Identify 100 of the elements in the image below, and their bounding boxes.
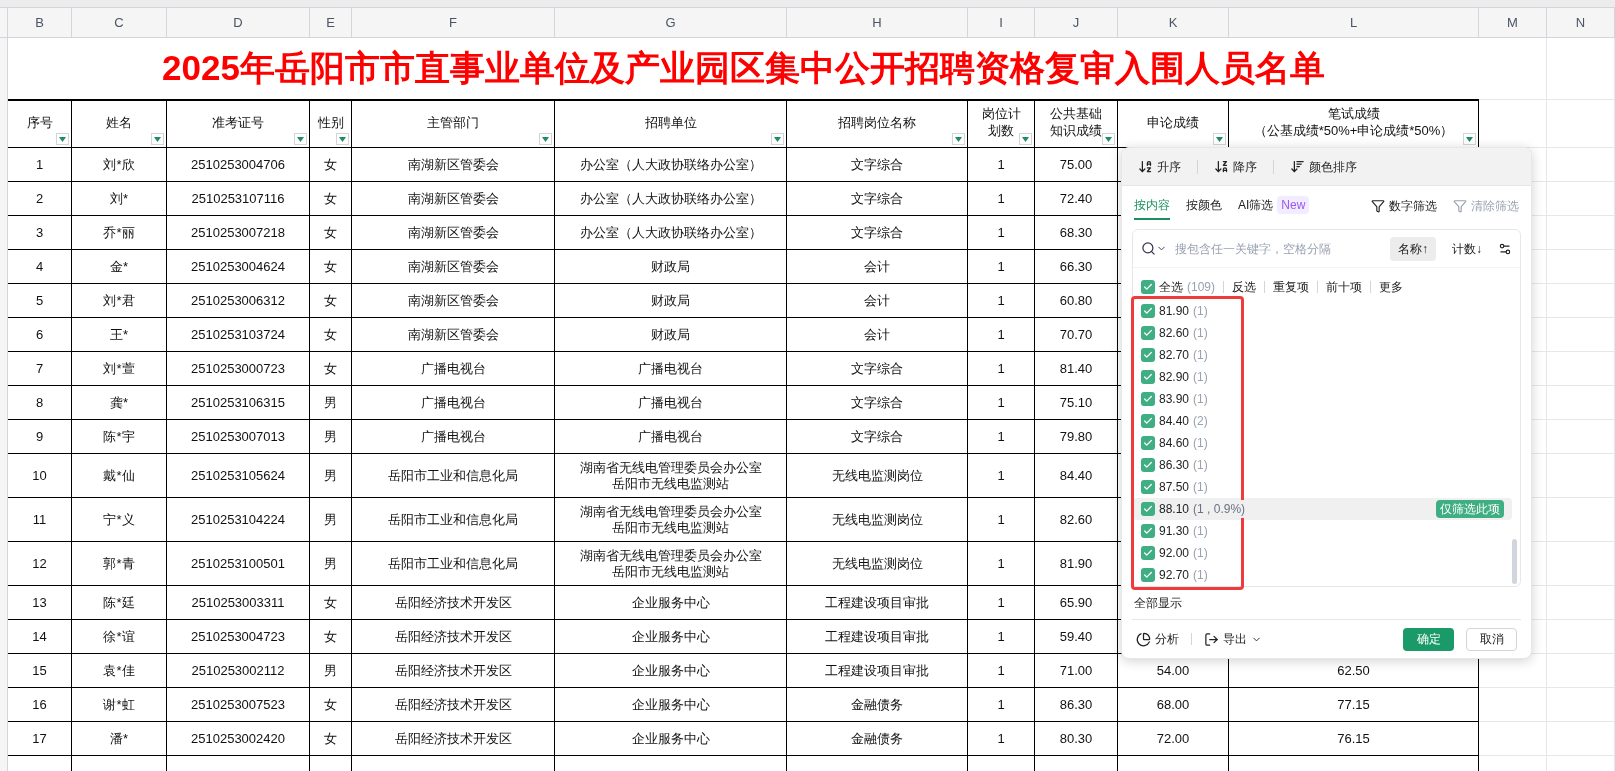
checkbox[interactable] (1141, 546, 1155, 560)
filter-dropdown-button[interactable] (771, 133, 784, 145)
value-item[interactable]: 82.70 (1) (1133, 344, 1512, 366)
table-cell: 企业服务中心 (631, 628, 710, 645)
sort-button[interactable]: 升序 (1134, 153, 1185, 180)
show-all-label[interactable]: 全部显示 (1134, 594, 1182, 612)
value-item[interactable]: 92.00 (1) (1133, 542, 1512, 564)
column-letter[interactable]: G (555, 8, 787, 37)
table-cell: 南湖新区管委会 (407, 156, 499, 173)
quick-link[interactable]: 重复项 (1273, 278, 1309, 296)
filter-dropdown-button[interactable] (56, 133, 69, 145)
checkbox[interactable] (1141, 414, 1155, 428)
checkbox[interactable] (1141, 502, 1155, 516)
footer-tool[interactable]: 分析 (1136, 630, 1179, 648)
checkbox[interactable] (1141, 392, 1155, 406)
checkbox[interactable] (1141, 436, 1155, 450)
filter-dropdown-button[interactable] (151, 133, 164, 145)
filter-dropdown-button[interactable] (1102, 133, 1115, 145)
column-letter[interactable]: J (1035, 8, 1118, 37)
value-item[interactable]: 81.90 (1) (1133, 300, 1512, 322)
sort-option[interactable]: 计数↓ (1444, 236, 1490, 261)
check-icon (1143, 504, 1153, 514)
column-letter[interactable]: M (1479, 8, 1547, 37)
sort-option[interactable]: 名称↑ (1390, 236, 1436, 261)
sort-button[interactable]: 降序 (1210, 153, 1261, 180)
column-header: 岗位计 划数 (980, 105, 1022, 140)
table-cell: 文字综合 (851, 360, 903, 377)
checkbox[interactable] (1141, 370, 1155, 384)
value-item[interactable]: 91.30 (1) (1133, 520, 1512, 542)
search-field[interactable]: 搜包含任一关键字，空格分隔 (1175, 239, 1382, 258)
column-letter[interactable]: I (968, 8, 1035, 37)
search-mode-icon[interactable] (1141, 241, 1167, 256)
table-cell: 2 (35, 190, 44, 207)
value-item[interactable]: 82.60 (1) (1133, 322, 1512, 344)
checkbox[interactable] (1141, 458, 1155, 472)
table-cell: 2510253002420 (191, 730, 285, 747)
table-cell: 15 (32, 662, 47, 679)
table-cell: 岳阳经济技术开发区 (394, 696, 512, 713)
cancel-button[interactable]: 取消 (1466, 627, 1517, 651)
item-count: (1) (1193, 545, 1208, 562)
scrollbar-thumb[interactable] (1512, 539, 1517, 584)
column-header: 申论成绩 (1146, 113, 1200, 132)
check-icon (1143, 482, 1153, 492)
value-item[interactable]: 82.90 (1) (1133, 366, 1512, 388)
value-item[interactable]: 86.30 (1) (1133, 454, 1512, 476)
row-header[interactable] (0, 38, 8, 100)
value-item[interactable]: 87.50 (1) (1133, 476, 1512, 498)
filter-dropdown-button[interactable] (1463, 133, 1476, 145)
checkbox[interactable] (1141, 480, 1155, 494)
settings-icon[interactable] (1498, 241, 1512, 256)
table-cell: 男 (324, 428, 337, 445)
quick-link[interactable]: 前十项 (1326, 278, 1362, 296)
column-letter[interactable]: L (1229, 8, 1479, 37)
table-cell: 17 (32, 730, 47, 747)
checkbox[interactable] (1141, 348, 1155, 362)
table-cell: 3 (35, 224, 44, 241)
table-cell: 1 (997, 190, 1005, 207)
column-letter[interactable]: C (72, 8, 167, 37)
value-item[interactable]: 92.70 (1) (1133, 564, 1512, 586)
quick-link[interactable]: 更多 (1379, 278, 1403, 296)
checkbox[interactable] (1141, 304, 1155, 318)
column-letter[interactable]: D (167, 8, 310, 37)
column-letter[interactable]: B (8, 8, 72, 37)
column-letter[interactable]: F (352, 8, 555, 37)
footer-tool[interactable]: 导出 (1204, 630, 1262, 648)
filter-dropdown-button[interactable] (294, 133, 307, 145)
quick-link[interactable]: 反选 (1232, 278, 1256, 296)
table-cell: 广播电视台 (638, 428, 703, 445)
caret-icon (774, 136, 781, 142)
checkbox[interactable] (1141, 326, 1155, 340)
value-item[interactable]: 88.10 (1 , 0.9%) 仅筛选此项 (1133, 498, 1512, 520)
column-letter[interactable]: K (1118, 8, 1229, 37)
value-item[interactable]: 83.90 (1) (1133, 388, 1512, 410)
select-all-label[interactable]: 全选 (1159, 278, 1183, 296)
column-letter[interactable]: H (787, 8, 968, 37)
filter-dropdown-button[interactable] (952, 133, 965, 145)
filter-dropdown-button[interactable] (1019, 133, 1032, 145)
confirm-button[interactable]: 确定 (1403, 627, 1454, 651)
item-count: (1) (1193, 391, 1208, 408)
item-value: 84.60 (1159, 435, 1190, 452)
filter-dropdown-button[interactable] (539, 133, 552, 145)
table-cell: 陈*宇 (103, 428, 135, 445)
empty-cell (1547, 498, 1615, 542)
column-letter[interactable]: N (1547, 8, 1615, 37)
empty-cell (1547, 688, 1615, 722)
value-item[interactable]: 84.40 (2) (1133, 410, 1512, 432)
item-count: (1) (1193, 435, 1208, 452)
table-cell: 82.60 (1059, 511, 1093, 528)
filter-dropdown-button[interactable] (1213, 133, 1226, 145)
column-letter[interactable]: E (310, 8, 352, 37)
filter-dropdown-button[interactable] (336, 133, 349, 145)
filter-tab[interactable]: 按颜色 (1186, 192, 1222, 220)
checkbox[interactable] (1141, 280, 1155, 294)
value-item[interactable]: 84.60 (1) (1133, 432, 1512, 454)
sort-button[interactable]: 颜色排序 (1286, 153, 1361, 180)
checkbox[interactable] (1141, 524, 1155, 538)
filter-action[interactable]: 数字筛选 (1371, 197, 1437, 215)
filter-tab[interactable]: AI筛选 New (1238, 192, 1310, 220)
filter-tab[interactable]: 按内容 (1134, 192, 1170, 220)
checkbox[interactable] (1141, 568, 1155, 582)
